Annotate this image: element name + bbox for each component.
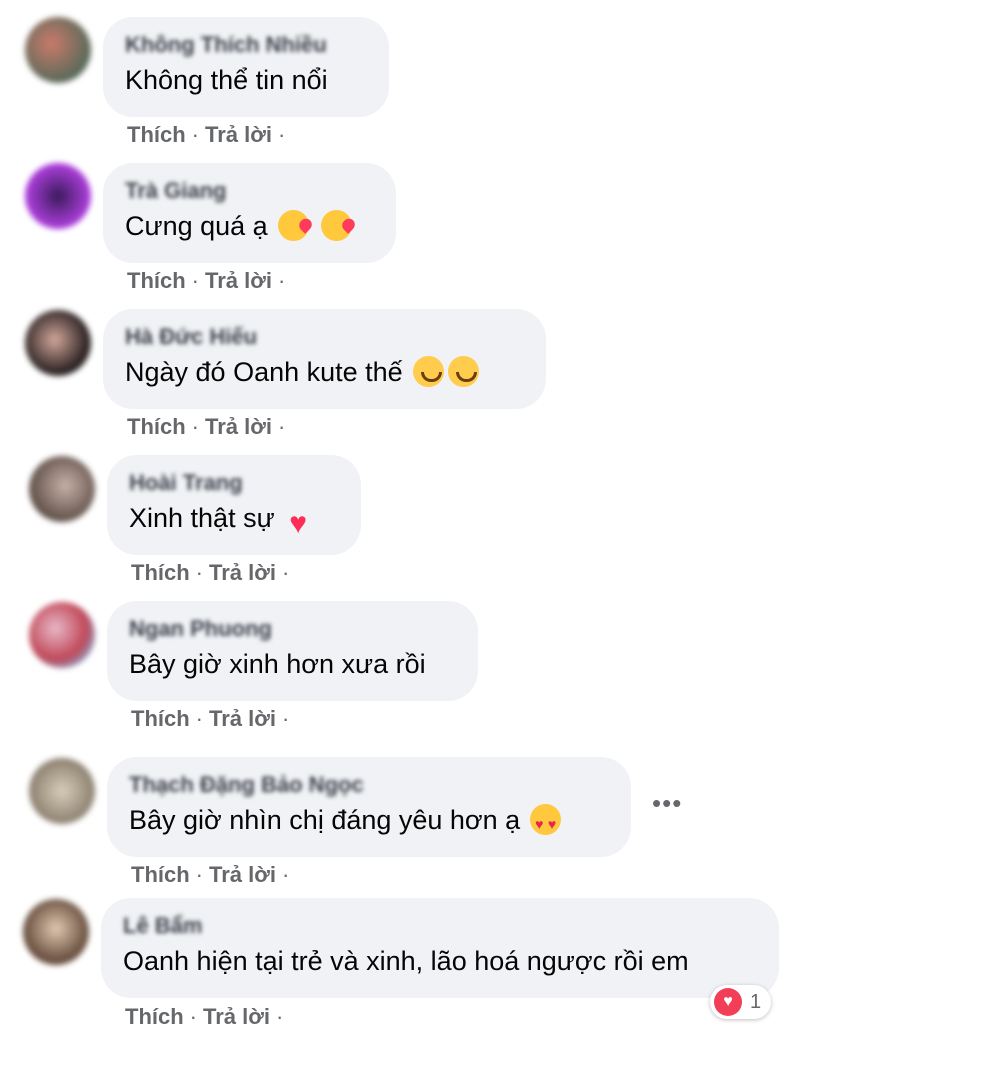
separator: · [282, 862, 290, 887]
comment-text-content: Bây giờ nhìn chị đáng yêu hơn ạ [129, 805, 521, 835]
avatar[interactable] [25, 163, 91, 229]
comment-text-content: Bây giờ xinh hơn xưa rồi [129, 649, 426, 679]
separator: · [195, 706, 203, 731]
comment-text: Cưng quá ạ [125, 209, 374, 243]
reply-button[interactable]: Trả lời [203, 1004, 270, 1029]
heart-eyes-emoji-icon [530, 804, 562, 841]
more-options-icon[interactable]: ••• [652, 790, 682, 816]
comment-author[interactable]: Hà Đức Hiếu [125, 323, 524, 351]
avatar[interactable] [29, 456, 95, 522]
like-button[interactable]: Thích [131, 862, 190, 887]
sparkling-heart-emoji-icon: ♥ [289, 507, 308, 540]
comment-bubble: Không Thích Nhiều Không thể tin nổi [103, 17, 389, 117]
separator: · [282, 560, 290, 585]
like-button[interactable]: Thích [127, 268, 186, 293]
like-button[interactable]: Thích [131, 706, 190, 731]
reaction-count: 1 [750, 990, 762, 1013]
comment-actions: Thích · Trả lời · [127, 414, 291, 440]
reaction-summary[interactable]: ♥ 1 [710, 985, 772, 1019]
reply-button[interactable]: Trả lời [209, 560, 276, 585]
like-button[interactable]: Thích [131, 560, 190, 585]
separator: · [195, 560, 203, 585]
comment-actions: Thích · Trả lời · [131, 560, 295, 586]
comment-author[interactable]: Hoài Trang [129, 469, 339, 497]
comment-bubble: Thạch Đặng Bảo Ngọc Bây giờ nhìn chị đán… [107, 757, 631, 857]
avatar[interactable] [29, 758, 95, 824]
avatar[interactable] [25, 310, 91, 376]
comment-actions: Thích · Trả lời · [131, 706, 295, 732]
comment-author[interactable]: Lê Bẩm [123, 912, 757, 940]
separator: · [278, 268, 286, 293]
comment-bubble: Lê Bẩm Oanh hiện tại trẻ và xinh, lão ho… [101, 898, 779, 998]
like-button[interactable]: Thích [127, 122, 186, 147]
like-button[interactable]: Thích [125, 1004, 184, 1029]
separator: · [191, 268, 199, 293]
reply-button[interactable]: Trả lời [205, 122, 272, 147]
avatar[interactable] [23, 899, 89, 965]
avatar[interactable] [29, 602, 95, 668]
comment-text: Ngày đó Oanh kute thế [125, 355, 524, 389]
separator: · [278, 414, 286, 439]
comment-text: Bây giờ nhìn chị đáng yêu hơn ạ [129, 803, 609, 841]
separator: · [278, 122, 286, 147]
comment-bubble: Hà Đức Hiếu Ngày đó Oanh kute thế [103, 309, 546, 409]
comment-text-content: Oanh hiện tại trẻ và xinh, lão hoá ngược… [123, 946, 689, 976]
separator: · [189, 1004, 197, 1029]
comment-actions: Thích · Trả lời · [127, 268, 291, 294]
love-reaction-icon: ♥ [714, 988, 742, 1016]
separator: · [191, 414, 199, 439]
comment-text: Xinh thật sự ♥ [129, 501, 339, 539]
comment-actions: Thích · Trả lời · [127, 122, 291, 148]
separator: · [195, 862, 203, 887]
comment-bubble: Hoài Trang Xinh thật sự ♥ [107, 455, 361, 555]
comment-text-content: Ngày đó Oanh kute thế [125, 357, 403, 387]
comment-actions: Thích · Trả lời · [125, 1004, 289, 1030]
kiss-emoji-icon [277, 210, 309, 241]
comment-text: Không thể tin nổi [125, 63, 367, 97]
reply-button[interactable]: Trả lời [205, 414, 272, 439]
comment-author[interactable]: Trà Giang [125, 177, 374, 205]
comment-bubble: Ngan Phuong Bây giờ xinh hơn xưa rồi [107, 601, 478, 701]
avatar[interactable] [25, 17, 91, 83]
separator: · [276, 1004, 284, 1029]
comment-author[interactable]: Ngan Phuong [129, 615, 456, 643]
separator: · [282, 706, 290, 731]
smile-emoji-icon [412, 356, 444, 387]
comment-text: Bây giờ xinh hơn xưa rồi [129, 647, 456, 681]
smile-emoji-icon [447, 356, 479, 387]
like-button[interactable]: Thích [127, 414, 186, 439]
comment-actions: Thích · Trả lời · [131, 862, 295, 888]
reply-button[interactable]: Trả lời [209, 706, 276, 731]
separator: · [191, 122, 199, 147]
comment-bubble: Trà Giang Cưng quá ạ [103, 163, 396, 263]
reply-button[interactable]: Trả lời [205, 268, 272, 293]
kiss-emoji-icon [320, 210, 352, 241]
comment-text-content: Không thể tin nổi [125, 65, 328, 95]
comment-author[interactable]: Thạch Đặng Bảo Ngọc [129, 771, 609, 799]
reply-button[interactable]: Trả lời [209, 862, 276, 887]
comment-text-content: Xinh thật sự [129, 503, 275, 533]
comment-text-content: Cưng quá ạ [125, 211, 268, 241]
comment-text: Oanh hiện tại trẻ và xinh, lão hoá ngược… [123, 944, 757, 978]
comment-author[interactable]: Không Thích Nhiều [125, 31, 367, 59]
